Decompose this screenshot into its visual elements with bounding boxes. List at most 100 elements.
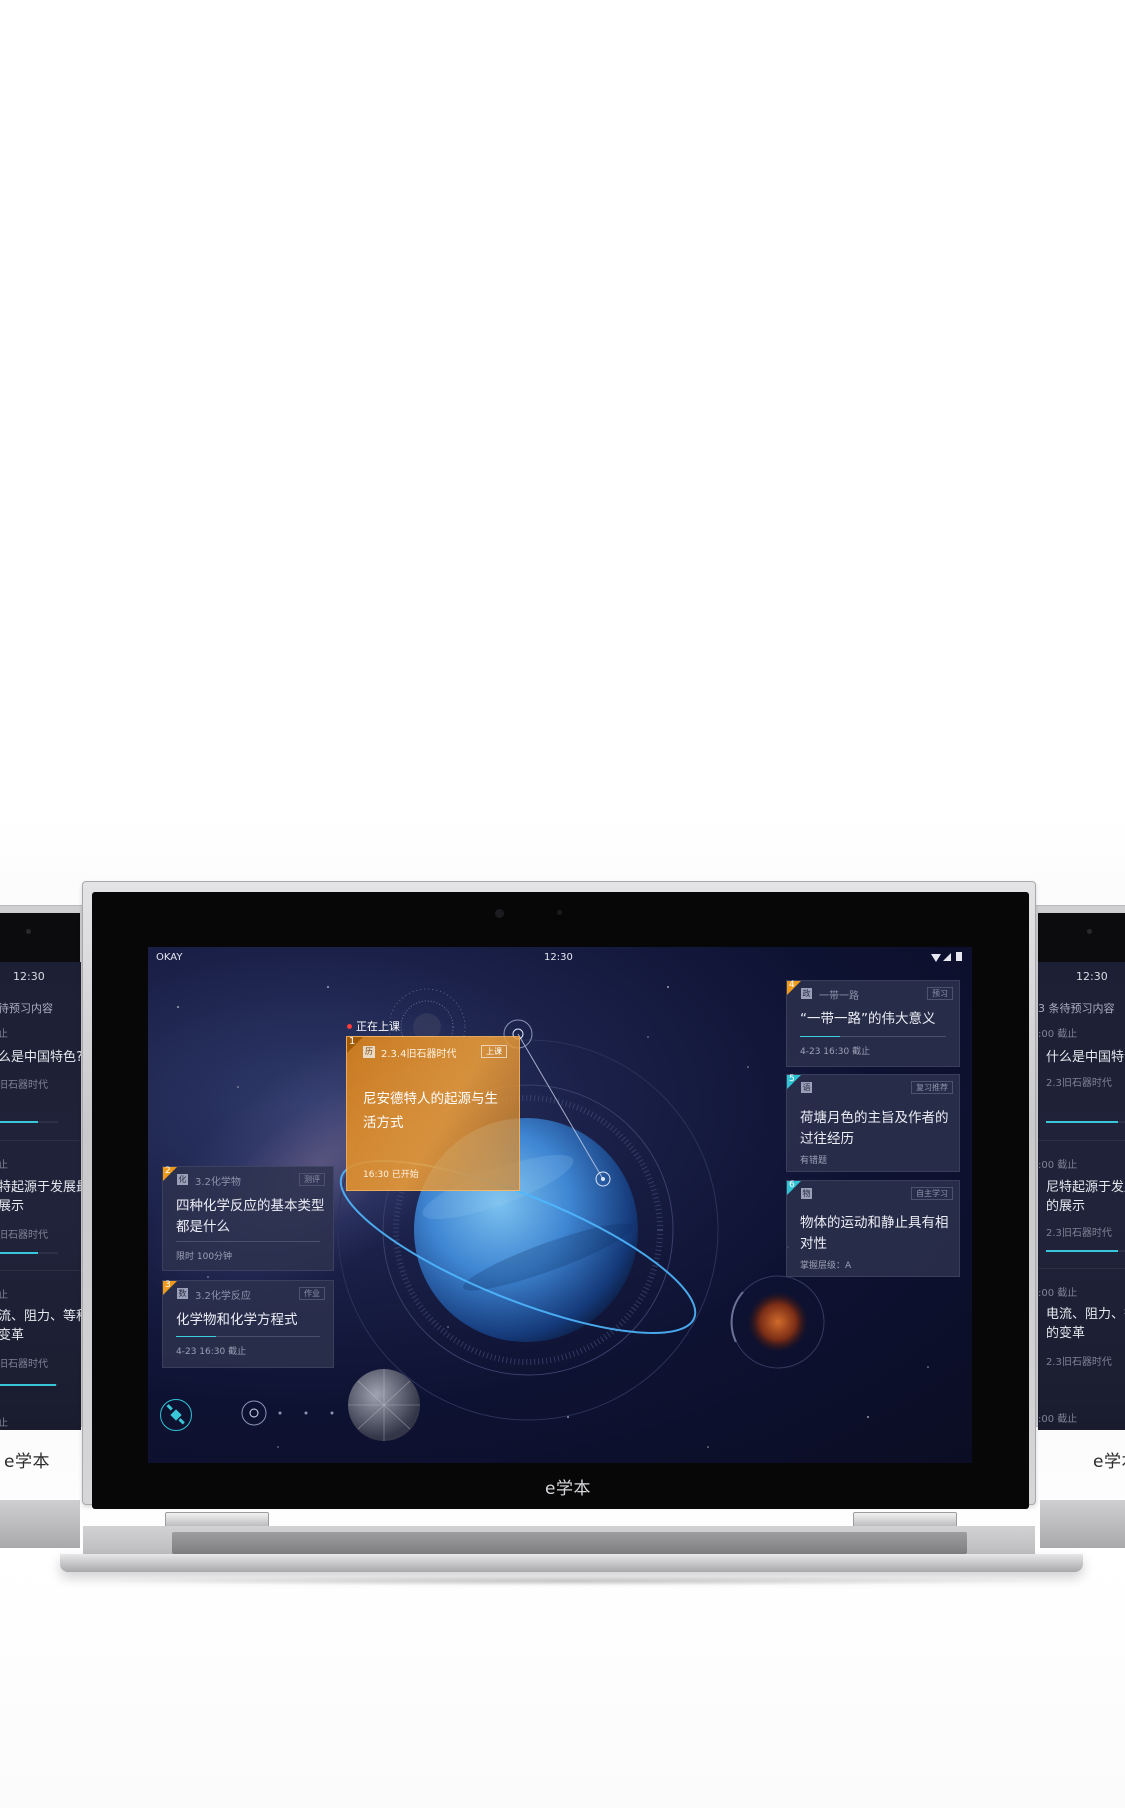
task-title-line1: 物体的运动和静止具有相: [800, 1215, 949, 1231]
left-status-time: 12:30: [13, 970, 45, 983]
base-shadow: [90, 1576, 1050, 1586]
right-device-logo: e学本: [1093, 1452, 1125, 1472]
right-item-3-sub: 2.3旧石器时代: [1046, 1357, 1112, 1368]
right-item-1-deadline: :00 截止: [1038, 1029, 1078, 1040]
left-item-2-progress: [0, 1252, 58, 1254]
left-device-base: [0, 1500, 80, 1548]
progress-line: [176, 1336, 320, 1337]
left-item-2-sub: 旧石器时代: [0, 1230, 48, 1241]
task-card-6[interactable]: 6 物 自主学习 物体的运动和静止具有相 对性 掌握层级：A: [786, 1180, 960, 1277]
class-time: 16:30 已开始: [363, 1170, 419, 1180]
card-index: 3: [165, 1280, 171, 1290]
right-item-2-title2: 的展示: [1046, 1199, 1086, 1214]
card-index: 2: [165, 1166, 171, 1176]
right-divider: [1038, 1140, 1125, 1141]
subject-badge: 物: [801, 1188, 812, 1199]
task-card-5[interactable]: 5 语 复习推荐 荷塘月色的主旨及作者的 过往经历 有错题: [786, 1074, 960, 1172]
subject-badge: 化: [177, 1174, 188, 1185]
task-card-3[interactable]: 3 数 3.2化学反应 作业 化学物和化学方程式 4-23 16:30 截止: [162, 1280, 334, 1368]
left-footer: 止: [0, 1418, 8, 1429]
right-item-2-progress: [1046, 1250, 1125, 1252]
task-meta: 4-23 16:30 截止: [800, 1047, 871, 1057]
right-divider: [1038, 1268, 1125, 1269]
task-title-line1: 化学物和化学方程式: [176, 1312, 298, 1328]
task-title-line1: 四种化学反应的基本类型: [176, 1198, 325, 1214]
right-item-1-sub: 2.3旧石器时代: [1046, 1078, 1112, 1089]
task-title-line1: “一带一路”的伟大意义: [800, 1011, 936, 1027]
left-item-3-sub: 旧石器时代: [0, 1359, 48, 1370]
subject-badge: 数: [177, 1288, 188, 1299]
base-front-edge: [60, 1554, 1083, 1572]
card-index: 5: [789, 1074, 795, 1084]
current-class-card[interactable]: 1 历 2.3.4旧石器时代 上课 尼安德特人的起源与生 活方式 16:30 已…: [346, 1036, 520, 1191]
right-device-camera: [1087, 929, 1092, 934]
right-header: 3 条待预习内容: [1038, 1002, 1115, 1015]
left-device-screen: 12:30 待预习内容 止 么是中国特色? 旧石器时代 止 特起源于发展最 展示…: [0, 962, 81, 1430]
satellite-icon: [166, 1404, 185, 1425]
right-item-1-progress: [1046, 1121, 1125, 1123]
chapter-label: 2.3.4旧石器时代: [381, 1049, 457, 1060]
live-label: 正在上课: [356, 1020, 400, 1033]
signal-icon: [943, 953, 951, 961]
status-time: 12:30: [544, 952, 573, 963]
left-item-3-progress: [0, 1384, 58, 1386]
main-device-logo: e学本: [545, 1479, 591, 1499]
live-dot: [347, 1024, 352, 1029]
left-item-3-deadline: 止: [0, 1290, 8, 1301]
status-carrier: OKAY: [156, 952, 183, 963]
subject-badge: 历: [363, 1046, 375, 1058]
right-item-2-sub: 2.3旧石器时代: [1046, 1228, 1112, 1239]
task-meta: 限时 100分钟: [176, 1252, 233, 1262]
progress-line: [176, 1241, 320, 1242]
left-item-1-sub: 旧石器时代: [0, 1080, 48, 1091]
card-index: 4: [789, 980, 795, 990]
right-device-screen: 12:30 3 条待预习内容 :00 截止 什么是中国特色 2.3旧石器时代 :…: [1038, 962, 1125, 1430]
right-device-base: [1040, 1500, 1125, 1548]
task-card-4[interactable]: 4 政 一带一路 预习 “一带一路”的伟大意义 4-23 16:30 截止: [786, 980, 960, 1067]
wifi-icon: [931, 954, 941, 962]
status-tag: 自主学习: [911, 1187, 953, 1200]
right-status-time: 12:30: [1076, 970, 1108, 983]
subject-badge: 政: [801, 988, 812, 999]
touchpad-area: [172, 1532, 967, 1554]
right-item-2-title: 尼特起源于发展: [1046, 1180, 1125, 1195]
battery-icon: [956, 952, 962, 961]
task-title-line1: 荷塘月色的主旨及作者的: [800, 1110, 949, 1126]
class-title-line1: 尼安德特人的起源与生: [363, 1091, 498, 1107]
status-tag: 测评: [299, 1173, 325, 1186]
progress-line: [800, 1036, 946, 1037]
task-title-line2: 都是什么: [176, 1219, 230, 1235]
left-item-3-title: 流、阻力、等科: [0, 1309, 81, 1324]
subject-badge: 语: [801, 1082, 812, 1093]
left-device-logo: e学本: [4, 1452, 50, 1472]
right-footer: :00 截止: [1038, 1414, 1078, 1425]
class-title-line2: 活方式: [363, 1115, 404, 1131]
status-tag: 上课: [481, 1045, 507, 1058]
light-sensor: [557, 910, 562, 915]
task-title-line2: 过往经历: [800, 1131, 854, 1147]
task-meta: 有错题: [800, 1156, 828, 1166]
left-item-2-deadline: 止: [0, 1160, 8, 1171]
status-tag: 复习推荐: [911, 1081, 953, 1094]
task-card-2[interactable]: 2 化 3.2化学物 测评 四种化学反应的基本类型 都是什么 限时 100分钟: [162, 1166, 334, 1271]
left-divider: [0, 1140, 81, 1141]
left-divider: [0, 1270, 81, 1271]
chapter-label: 3.2化学物: [195, 1177, 241, 1188]
right-item-3-title2: 的变革: [1046, 1326, 1086, 1341]
task-meta: 掌握层级：A: [800, 1261, 852, 1271]
card-index: 1: [349, 1036, 356, 1047]
left-item-2-title: 特起源于发展最: [0, 1180, 81, 1195]
left-device-camera: [26, 929, 31, 934]
right-item-1-title: 什么是中国特色: [1046, 1050, 1125, 1065]
task-meta: 4-23 16:30 截止: [176, 1347, 247, 1357]
front-camera: [495, 909, 504, 918]
left-item-1-deadline: 止: [0, 1029, 8, 1040]
left-item-1-progress: [0, 1121, 58, 1123]
left-item-1-title: 么是中国特色?: [0, 1050, 81, 1065]
status-tag: 预习: [927, 987, 953, 1000]
chapter-label: 3.2化学反应: [195, 1291, 251, 1302]
right-item-2-deadline: :00 截止: [1038, 1160, 1078, 1171]
satellite-button[interactable]: [160, 1399, 192, 1431]
status-tag: 作业: [299, 1287, 325, 1300]
left-header: 待预习内容: [0, 1002, 53, 1015]
